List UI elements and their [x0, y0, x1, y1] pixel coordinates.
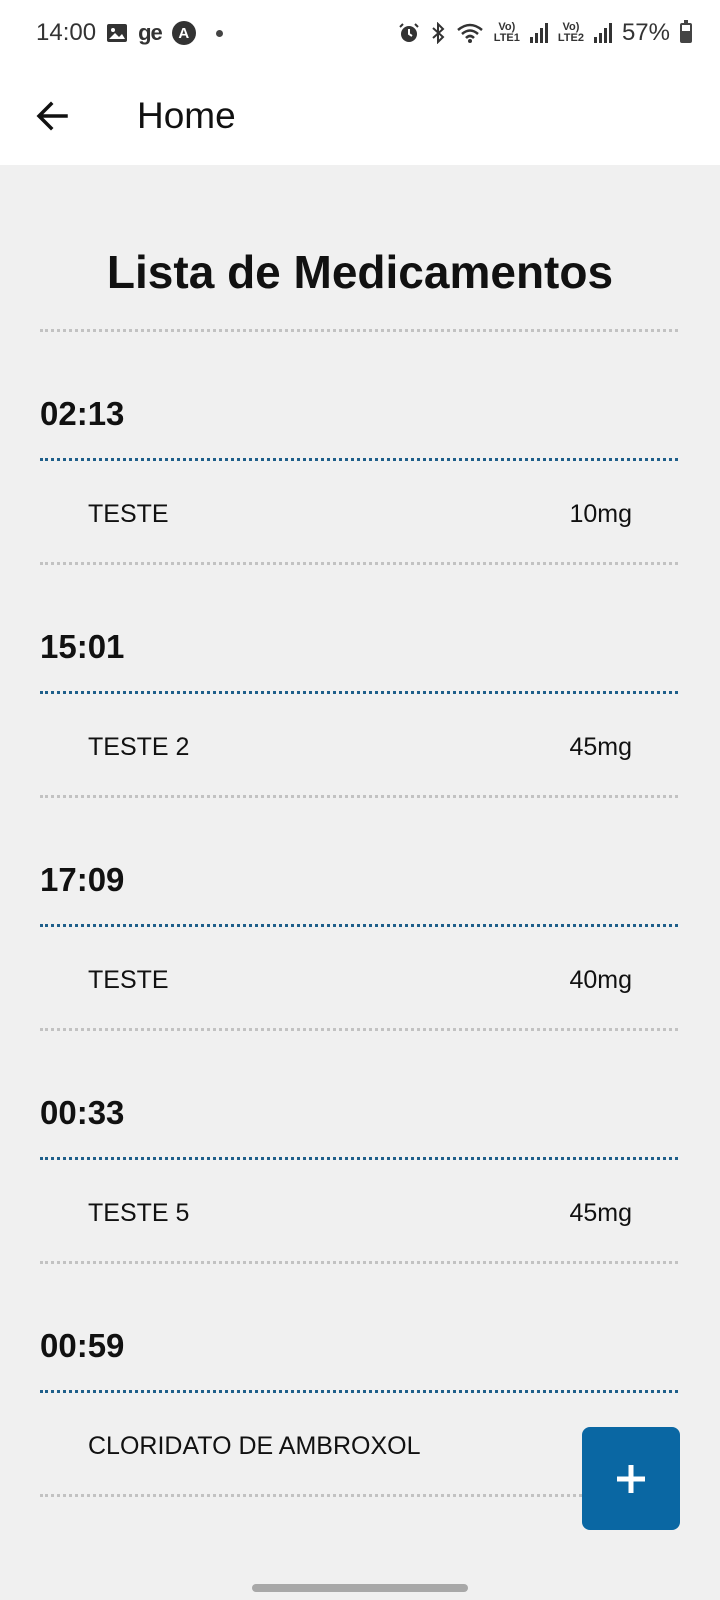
time-divider — [40, 924, 678, 927]
title-divider — [40, 329, 678, 332]
signal-sim1-icon — [529, 23, 548, 43]
app-bar: Home — [0, 66, 720, 165]
status-bar: 14:00 ge A Vo) LTE1 Vo) LTE2 57% — [0, 0, 720, 66]
plus-icon — [617, 1464, 645, 1493]
row-divider — [40, 795, 678, 798]
medication-time: 17:09 — [40, 861, 125, 898]
medication-name: TESTE — [88, 966, 169, 994]
status-right: Vo) LTE1 Vo) LTE2 57% — [398, 19, 692, 47]
system-nav-bar — [0, 1565, 720, 1600]
time-divider — [40, 1157, 678, 1160]
row-divider — [40, 562, 678, 565]
time-divider — [40, 691, 678, 694]
medication-time: 15:01 — [40, 628, 125, 665]
sim2-volte-icon: Vo) LTE2 — [557, 21, 584, 44]
back-button[interactable] — [17, 81, 87, 151]
medication-name: TESTE — [88, 500, 169, 528]
medication-name: CLORIDATO DE AMBROXOL — [88, 1432, 421, 1460]
medication-row[interactable]: TESTE 10mg — [40, 490, 678, 550]
medication-dose: 45mg — [569, 733, 632, 761]
medication-row[interactable]: TESTE 2 45mg — [40, 723, 678, 783]
page-title: Lista de Medicamentos — [106, 246, 614, 298]
home-gesture-handle[interactable] — [252, 1584, 468, 1592]
medication-time: 00:59 — [40, 1327, 125, 1364]
medication-group: 02:13 TESTE 10mg — [0, 365, 720, 598]
status-time: 14:00 — [36, 19, 97, 46]
more-notifications-dot-icon — [215, 29, 223, 37]
medication-dose: 10mg — [569, 500, 632, 528]
app-a-notification-icon: A — [171, 21, 196, 45]
medication-dose: 40mg — [569, 966, 632, 994]
medication-group: 17:09 TESTE 40mg — [0, 831, 720, 1064]
signal-sim2-icon — [593, 23, 612, 43]
app-bar-title: Home — [137, 94, 236, 136]
medication-time: 02:13 — [40, 395, 125, 432]
alarm-icon — [398, 22, 420, 44]
medication-list-screen: Lista de Medicamentos 02:13 TESTE 10mg 1… — [0, 165, 720, 1565]
medication-row[interactable]: TESTE 5 45mg — [40, 1189, 678, 1249]
ge-notification-icon: ge — [138, 20, 163, 45]
gallery-icon — [106, 22, 128, 44]
medication-time: 00:33 — [40, 1094, 125, 1131]
arrow-left-icon — [36, 101, 68, 130]
time-divider — [40, 1390, 678, 1393]
bluetooth-icon — [430, 22, 446, 44]
medication-name: TESTE 5 — [88, 1199, 190, 1227]
wifi-icon — [456, 22, 484, 44]
row-divider — [40, 1028, 678, 1031]
sim1-volte-icon: Vo) LTE1 — [493, 21, 520, 44]
status-left: 14:00 ge A — [36, 19, 223, 47]
battery-percent: 57% — [621, 19, 670, 46]
medication-group: 15:01 TESTE 2 45mg — [0, 598, 720, 831]
row-divider — [40, 1261, 678, 1264]
medication-group: 00:33 TESTE 5 45mg — [0, 1064, 720, 1297]
medication-name: TESTE 2 — [88, 733, 190, 761]
medication-dose: 45mg — [569, 1199, 632, 1227]
battery-icon — [680, 20, 692, 43]
medication-row[interactable]: TESTE 40mg — [40, 956, 678, 1016]
time-divider — [40, 458, 678, 461]
add-medication-button[interactable] — [582, 1427, 680, 1530]
